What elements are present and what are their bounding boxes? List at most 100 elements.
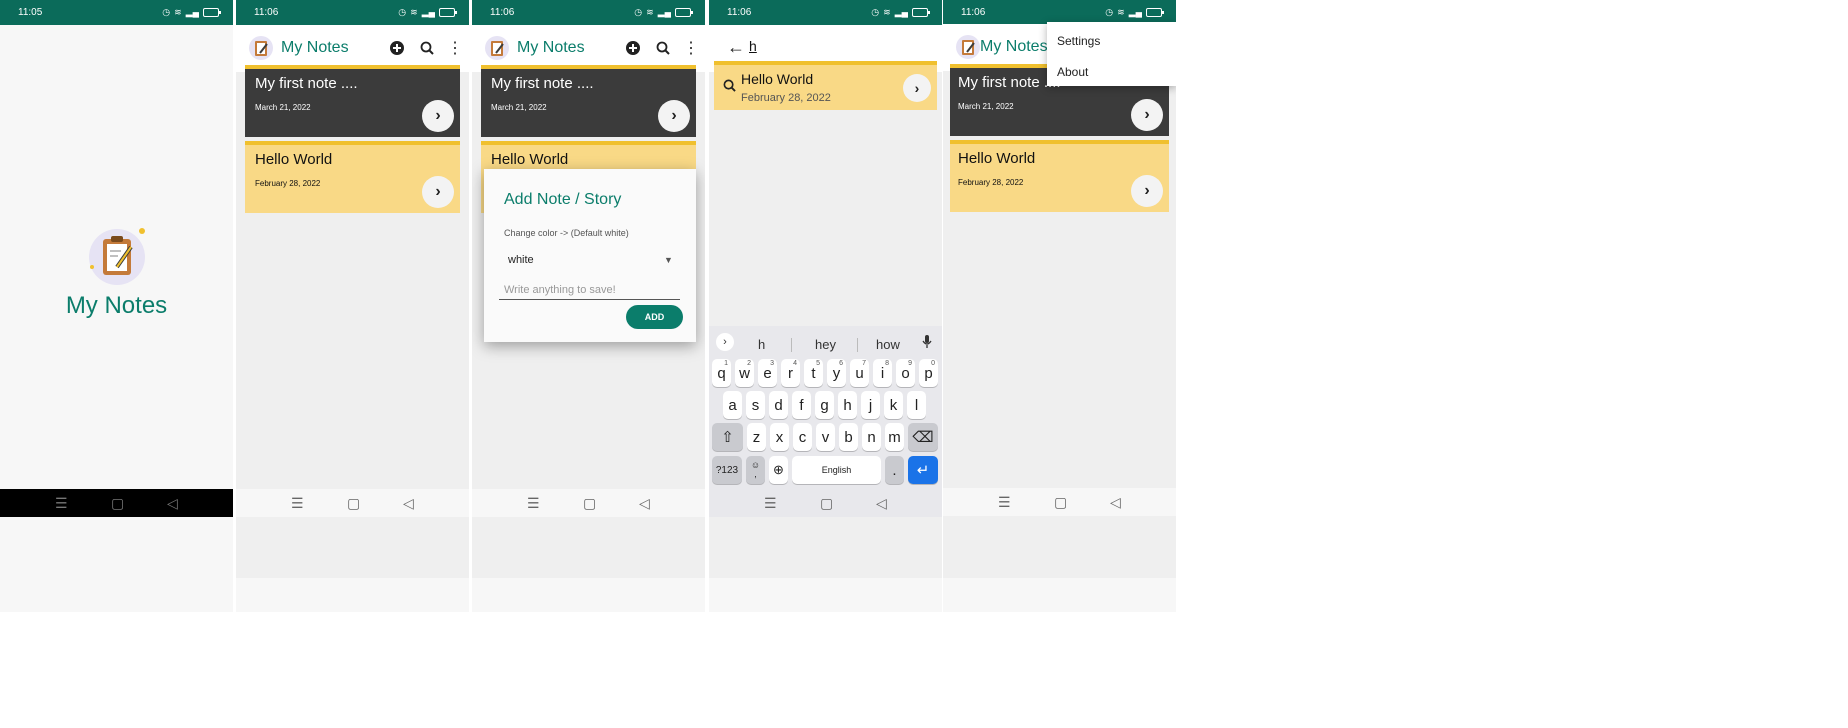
signal-icon: ▂▄: [894, 7, 908, 17]
key-label: l: [914, 396, 919, 414]
menu-item-settings[interactable]: Settings: [1057, 34, 1100, 48]
key-p[interactable]: p0: [919, 359, 938, 387]
key-v[interactable]: v: [816, 423, 835, 451]
key-l[interactable]: l: [907, 391, 926, 419]
recents-icon[interactable]: ☰: [291, 495, 304, 512]
add-button[interactable]: ADD: [626, 305, 683, 329]
back-nav-icon[interactable]: ◁: [876, 495, 887, 512]
home-icon[interactable]: ▢: [1054, 494, 1067, 511]
key-b[interactable]: b: [839, 423, 858, 451]
key-label: z: [752, 428, 761, 446]
note-card[interactable]: My first note .... March 21, 2022 ›: [245, 65, 460, 137]
note-card[interactable]: Hello World February 28, 2022 ›: [245, 141, 460, 213]
dropdown-caret-icon[interactable]: ▼: [664, 255, 673, 265]
recents-icon[interactable]: ☰: [764, 495, 777, 512]
expand-icon[interactable]: ›: [716, 333, 734, 351]
globe-icon[interactable]: ⊕: [769, 456, 788, 484]
mic-icon[interactable]: [922, 335, 932, 352]
key-s[interactable]: s: [746, 391, 765, 419]
more-vert-icon[interactable]: ⋮: [444, 37, 466, 59]
suggestion-item[interactable]: how: [876, 337, 900, 352]
nav-bar: ☰ ▢ ◁: [709, 489, 942, 517]
key-k[interactable]: k: [884, 391, 903, 419]
suggestion-item[interactable]: h: [758, 337, 765, 352]
add-note-dialog: Add Note / Story Change color -> (Defaul…: [484, 169, 696, 342]
key-i[interactable]: i8: [873, 359, 892, 387]
key-u[interactable]: u7: [850, 359, 869, 387]
home-icon[interactable]: ▢: [347, 495, 360, 512]
shift-icon[interactable]: ⇧: [712, 423, 743, 451]
key-n[interactable]: n: [862, 423, 881, 451]
key-j[interactable]: j: [861, 391, 880, 419]
chevron-right-icon[interactable]: ›: [422, 176, 454, 208]
note-date: March 21, 2022: [958, 102, 1014, 111]
recents-icon[interactable]: ☰: [998, 494, 1011, 511]
note-title: Hello World: [255, 151, 333, 168]
key-g[interactable]: g: [815, 391, 834, 419]
key-r[interactable]: r4: [781, 359, 800, 387]
key-label: f: [799, 396, 804, 414]
phone-splash: 11:05 ◷ ≋ ▂▄ My Notes ☰ ▢ ◁: [0, 0, 233, 612]
back-nav-icon[interactable]: ◁: [167, 495, 178, 512]
key-t[interactable]: t5: [804, 359, 823, 387]
home-icon[interactable]: ▢: [111, 495, 124, 512]
key-q[interactable]: q1: [712, 359, 731, 387]
key-z[interactable]: z: [747, 423, 766, 451]
suggestion-item[interactable]: hey: [815, 337, 836, 352]
chevron-right-icon[interactable]: ›: [903, 74, 931, 102]
chevron-right-icon[interactable]: ›: [1131, 99, 1163, 131]
add-circle-icon[interactable]: [386, 37, 408, 59]
arrow-back-icon[interactable]: ←: [727, 37, 745, 58]
note-card[interactable]: Hello World February 28, 2022 ›: [950, 140, 1169, 212]
add-circle-icon[interactable]: [622, 37, 644, 59]
note-card[interactable]: My first note .... March 21, 2022 ›: [481, 65, 696, 137]
home-icon[interactable]: ▢: [820, 495, 833, 512]
more-vert-icon[interactable]: ⋮: [680, 37, 702, 59]
key-x[interactable]: x: [770, 423, 789, 451]
key-f[interactable]: f: [792, 391, 811, 419]
key-e[interactable]: e3: [758, 359, 777, 387]
nav-bar: ☰ ▢ ◁: [472, 489, 705, 517]
key-a[interactable]: a: [723, 391, 742, 419]
wifi-icon: ≋: [883, 7, 891, 17]
search-input[interactable]: h: [749, 38, 757, 54]
chevron-right-icon[interactable]: ›: [422, 100, 454, 132]
note-text-input[interactable]: Write anything to save!: [499, 280, 680, 300]
recents-icon[interactable]: ☰: [55, 495, 68, 512]
chevron-right-icon[interactable]: ›: [658, 100, 690, 132]
app-title: My Notes: [980, 38, 1048, 55]
back-nav-icon[interactable]: ◁: [639, 495, 650, 512]
phone-search: 11:06 ◷ ≋ ▂▄ ← h Hello World February 28…: [709, 0, 942, 612]
space-bar[interactable]: English: [792, 456, 881, 484]
status-time: 11:06: [727, 7, 752, 18]
symbols-key[interactable]: ?123: [712, 456, 742, 484]
key-label: y: [832, 364, 841, 382]
key-w[interactable]: w2: [735, 359, 754, 387]
key-c[interactable]: c: [793, 423, 812, 451]
key-d[interactable]: d: [769, 391, 788, 419]
key-h[interactable]: h: [838, 391, 857, 419]
back-nav-icon[interactable]: ◁: [403, 495, 414, 512]
key-m[interactable]: m: [885, 423, 904, 451]
color-select[interactable]: white: [508, 254, 668, 266]
status-time: 11:05: [18, 7, 43, 18]
home-icon[interactable]: ▢: [583, 495, 596, 512]
key-label: c: [798, 428, 807, 446]
key-o[interactable]: o9: [896, 359, 915, 387]
chevron-right-icon[interactable]: ›: [1131, 175, 1163, 207]
enter-icon[interactable]: ↵: [908, 456, 938, 484]
emoji-icon[interactable]: ☺,: [746, 456, 765, 484]
alarm-icon: ◷: [162, 7, 171, 17]
search-icon[interactable]: [652, 37, 674, 59]
backspace-icon[interactable]: ⌫: [908, 423, 938, 451]
note-title: Hello World: [491, 151, 569, 168]
back-nav-icon[interactable]: ◁: [1110, 494, 1121, 511]
recents-icon[interactable]: ☰: [527, 495, 540, 512]
period-key[interactable]: .: [885, 456, 904, 484]
alarm-icon: ◷: [634, 7, 643, 17]
app-title: My Notes: [281, 39, 349, 56]
key-y[interactable]: y6: [827, 359, 846, 387]
search-result-card[interactable]: Hello World February 28, 2022 ›: [714, 61, 937, 110]
menu-item-about[interactable]: About: [1057, 65, 1088, 79]
search-icon[interactable]: [416, 37, 438, 59]
